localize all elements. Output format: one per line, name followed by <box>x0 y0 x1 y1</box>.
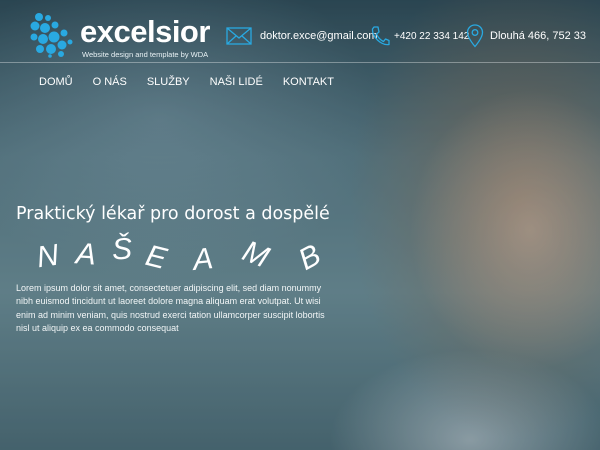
nav-item-services[interactable]: SLUŽBY <box>147 76 190 88</box>
hero-description: Lorem ipsum dolor sit amet, consectetuer… <box>16 283 325 333</box>
envelope-icon <box>226 27 252 45</box>
nav-item-about[interactable]: O NÁS <box>93 76 127 88</box>
hero-title: Praktický lékař pro dorost a dospělé <box>16 204 330 224</box>
brand-name: excelsior <box>80 14 210 49</box>
brand-tagline: Website design and template by WDA <box>82 50 209 59</box>
logo-dots-icon <box>30 13 73 58</box>
phone-icon <box>371 26 390 46</box>
contact-address[interactable]: Dlouhá 466, 752 33 <box>466 22 586 50</box>
phone-text: +420 22 334 142 <box>394 30 470 42</box>
nav-item-home[interactable]: DOMŮ <box>39 76 73 88</box>
main-nav: DOMŮ O NÁS SLUŽBY NAŠI LIDÉ KONTAKT <box>39 76 354 88</box>
nav-item-contact[interactable]: KONTAKT <box>283 76 334 88</box>
contact-email[interactable]: doktor.exce@gmail.com <box>226 22 378 50</box>
hero-overlay <box>0 0 600 450</box>
address-text: Dlouhá 466, 752 33 <box>490 30 587 42</box>
logo[interactable]: excelsior Website design and template by… <box>30 12 210 60</box>
contact-phone[interactable]: +420 22 334 142 <box>370 22 469 50</box>
header-divider <box>0 62 600 63</box>
map-pin-icon <box>466 24 484 48</box>
email-text: doktor.exce@gmail.com <box>260 30 378 42</box>
nav-item-people[interactable]: NAŠI LIDÉ <box>210 76 263 88</box>
